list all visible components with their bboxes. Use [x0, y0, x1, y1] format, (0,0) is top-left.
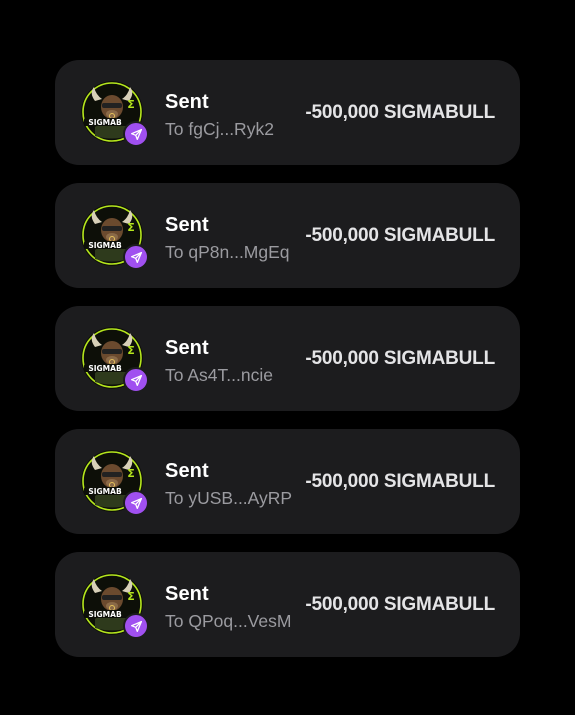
transaction-title: Sent	[165, 337, 209, 359]
transaction-item[interactable]: SIGMAB Σ Sent To yUSB...AyRP -500,000 SI…	[55, 429, 520, 534]
token-avatar: SIGMAB Σ	[81, 327, 149, 393]
transaction-amount: -500,000 SIGMABULL	[305, 102, 495, 123]
send-arrow-icon	[123, 613, 149, 639]
send-arrow-icon	[123, 367, 149, 393]
transaction-amount: -500,000 SIGMABULL	[305, 225, 495, 246]
transaction-recipient: To As4T...ncie	[165, 365, 273, 385]
svg-text:Σ: Σ	[127, 221, 135, 234]
transaction-item[interactable]: SIGMAB Σ Sent To As4T...ncie -500,000 SI…	[55, 306, 520, 411]
transaction-title: Sent	[165, 460, 209, 482]
send-arrow-icon	[123, 244, 149, 270]
svg-text:SIGMAB: SIGMAB	[88, 610, 122, 619]
svg-text:SIGMAB: SIGMAB	[88, 487, 122, 496]
transaction-list: SIGMAB Σ Sent To fgCj...Ryk2 -500,000 SI…	[55, 60, 520, 657]
transaction-title: Sent	[165, 91, 209, 113]
transaction-item[interactable]: SIGMAB Σ Sent To fgCj...Ryk2 -500,000 SI…	[55, 60, 520, 165]
token-avatar: SIGMAB Σ	[81, 204, 149, 270]
svg-text:Σ: Σ	[127, 98, 135, 111]
svg-text:Σ: Σ	[127, 467, 135, 480]
transaction-amount: -500,000 SIGMABULL	[305, 348, 495, 369]
send-arrow-icon	[123, 121, 149, 147]
svg-text:Σ: Σ	[127, 590, 135, 603]
transaction-amount: -500,000 SIGMABULL	[305, 471, 495, 492]
transaction-item[interactable]: SIGMAB Σ Sent To qP8n...MgEq -500,000 SI…	[55, 183, 520, 288]
svg-text:Σ: Σ	[127, 344, 135, 357]
transaction-recipient: To fgCj...Ryk2	[165, 119, 274, 139]
token-avatar: SIGMAB Σ	[81, 450, 149, 516]
token-avatar: SIGMAB Σ	[81, 573, 149, 639]
token-avatar: SIGMAB Σ	[81, 81, 149, 147]
transaction-item[interactable]: SIGMAB Σ Sent To QPoq...VesM -500,000 SI…	[55, 552, 520, 657]
send-arrow-icon	[123, 490, 149, 516]
transaction-title: Sent	[165, 583, 209, 605]
svg-text:SIGMAB: SIGMAB	[88, 118, 122, 127]
transaction-recipient: To QPoq...VesM	[165, 611, 292, 631]
transaction-amount: -500,000 SIGMABULL	[305, 594, 495, 615]
svg-text:SIGMAB: SIGMAB	[88, 241, 122, 250]
transaction-recipient: To yUSB...AyRP	[165, 488, 293, 508]
transaction-title: Sent	[165, 214, 209, 236]
svg-text:SIGMAB: SIGMAB	[88, 364, 122, 373]
transaction-recipient: To qP8n...MgEq	[165, 242, 290, 262]
